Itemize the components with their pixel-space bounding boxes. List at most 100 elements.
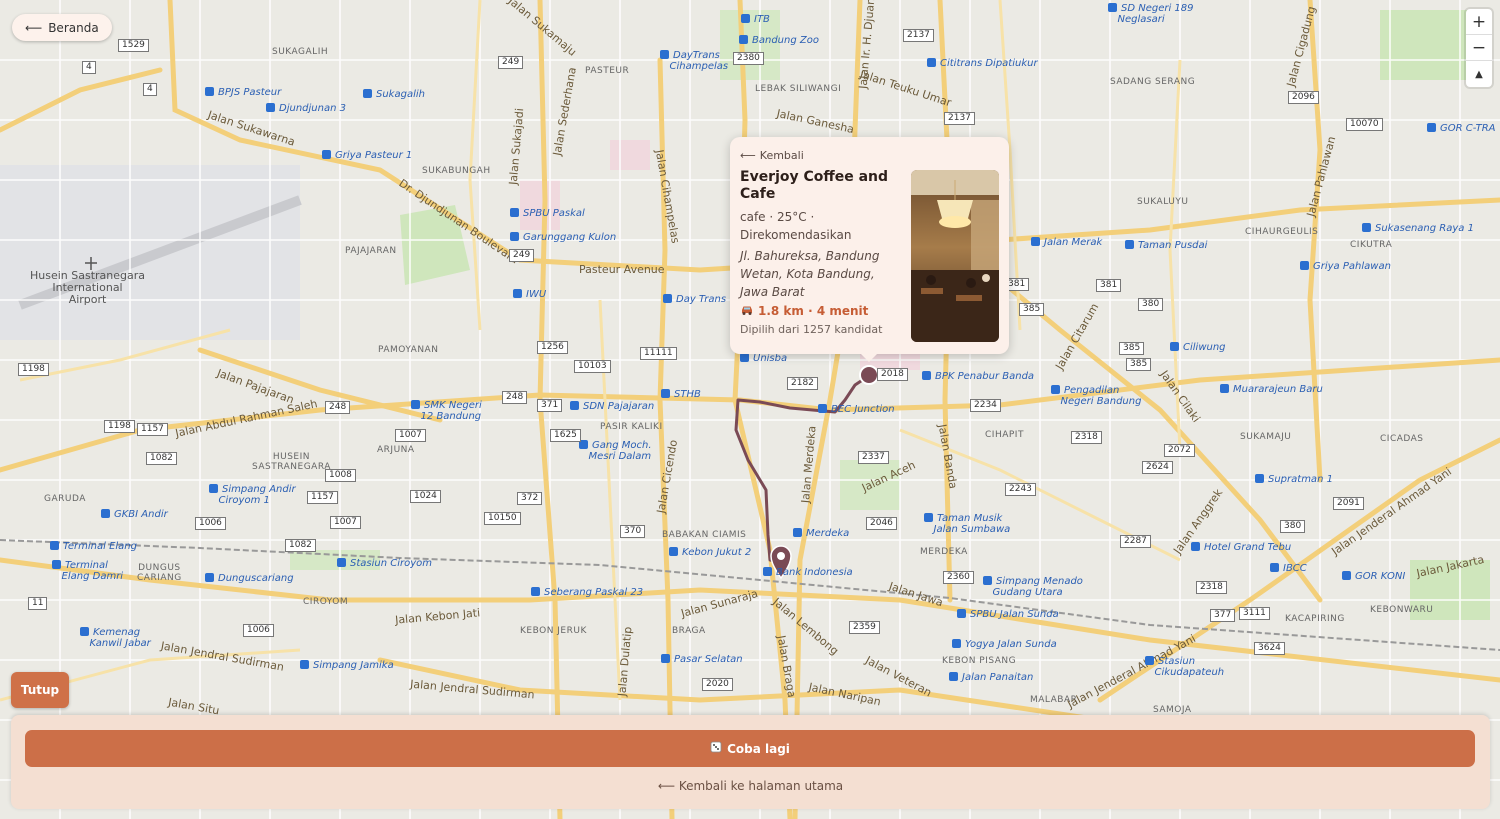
road-shield: 2337 xyxy=(858,451,889,464)
road-shield: 1198 xyxy=(18,363,49,376)
poi-marker[interactable]: Djundjunan 3 xyxy=(266,103,346,114)
poi-marker[interactable]: Dunguscariang xyxy=(205,573,294,584)
compass-reset-button[interactable]: ▲ xyxy=(1466,61,1492,87)
poi-marker[interactable]: SD Negeri 189 Neglasari xyxy=(1108,3,1194,25)
road-shield: 372 xyxy=(517,492,543,505)
poi-marker[interactable]: Kebon Jukut 2 xyxy=(669,547,751,558)
poi-marker[interactable]: Seberang Paskal 23 xyxy=(531,587,643,598)
poi-marker[interactable]: Stasiun Ciroyom xyxy=(337,558,432,569)
zoom-out-button[interactable]: − xyxy=(1466,35,1492,61)
poi-marker[interactable]: Muararajeun Baru xyxy=(1220,384,1323,395)
poi-marker[interactable]: DayTrans Cihampelas xyxy=(660,50,729,72)
arrow-left-icon: ⟵ xyxy=(25,20,43,35)
road-shield: 248 xyxy=(502,391,528,404)
poi-marker[interactable]: Day Trans xyxy=(663,294,726,305)
road-shield: 371 xyxy=(537,399,563,412)
poi-marker[interactable]: Kemenag Kanwil Jabar xyxy=(80,627,151,649)
home-button[interactable]: ⟵ Beranda xyxy=(12,14,112,41)
poi-marker[interactable]: GOR C-TRA xyxy=(1427,123,1496,134)
poi-marker[interactable]: Sukagalih xyxy=(363,89,425,100)
road-shield: 1529 xyxy=(118,39,149,52)
poi-marker[interactable]: BPJS Pasteur xyxy=(205,87,281,98)
poi-marker[interactable]: Hotel Grand Tebu xyxy=(1191,542,1291,553)
poi-marker[interactable]: ITB xyxy=(741,14,770,25)
road-shield: 2091 xyxy=(1333,497,1364,510)
road-shield: 385 xyxy=(1126,358,1152,371)
poi-marker[interactable]: STHB xyxy=(661,389,701,400)
poi-marker[interactable]: Ciliwung xyxy=(1170,342,1226,353)
poi-marker[interactable]: SMK Negeri 12 Bandung xyxy=(411,400,482,422)
road-shield: 11111 xyxy=(640,347,677,360)
arrow-left-icon: ⟵ xyxy=(740,149,756,162)
area-label: Husein Sastranegara xyxy=(252,452,331,472)
retry-button[interactable]: Coba lagi xyxy=(25,730,1475,767)
road-shield: 1007 xyxy=(330,516,361,529)
place-photo[interactable] xyxy=(911,170,999,342)
poi-marker[interactable]: GKBI Andir xyxy=(101,509,168,520)
poi-marker[interactable]: Simpang Menado Gudang Utara xyxy=(983,576,1083,598)
poi-marker[interactable]: Unisba xyxy=(740,353,787,364)
poi-marker[interactable]: SPBU Paskal xyxy=(510,208,585,219)
poi-marker[interactable]: Garunggang Kulon xyxy=(510,232,616,243)
area-label: Pamoyanan xyxy=(378,345,439,355)
poi-marker[interactable]: Griya Pasteur 1 xyxy=(322,150,412,161)
poi-marker[interactable]: Supratman 1 xyxy=(1255,474,1333,485)
back-to-home-link[interactable]: ⟵ Kembali ke halaman utama xyxy=(11,779,1490,793)
area-label: Cicadas xyxy=(1380,434,1424,444)
road-shield: 11 xyxy=(28,597,48,610)
road-shield: 10150 xyxy=(484,512,521,525)
poi-marker[interactable]: Jalan Merak xyxy=(1031,237,1102,248)
poi-marker[interactable]: Simpang Andir Ciroyom 1 xyxy=(209,484,296,506)
poi-marker[interactable]: SDN Pajajaran xyxy=(570,401,654,412)
poi-marker[interactable]: Simpang Jamika xyxy=(300,660,394,671)
area-label: Samoja xyxy=(1153,705,1192,715)
area-label: Pasir Kaliki xyxy=(600,422,663,432)
poi-marker[interactable]: Bandung Zoo xyxy=(739,35,819,46)
action-panel: Coba lagi ⟵ Kembali ke halaman utama xyxy=(11,715,1490,809)
road-shield: 385 xyxy=(1019,303,1045,316)
poi-marker: Pengadilan Negeri Bandung xyxy=(1051,385,1142,407)
road-shield: 381 xyxy=(1096,279,1122,292)
poi-marker[interactable]: Terminal Elang xyxy=(50,541,137,552)
road-shield: 380 xyxy=(1138,298,1164,311)
poi-marker[interactable]: Gang Moch. Mesri Dalam xyxy=(579,440,652,462)
poi-marker[interactable]: Stasiun Cikudapateuh xyxy=(1145,656,1225,678)
poi-marker[interactable]: SPBU Jalan Sunda xyxy=(957,609,1059,620)
poi-marker[interactable]: Terminal Elang Damri xyxy=(52,560,124,582)
poi-marker[interactable]: Pasar Selatan xyxy=(661,654,743,665)
area-label: Babakan Ciamis xyxy=(662,530,747,540)
road-shield: 2072 xyxy=(1164,444,1195,457)
road-shield: 1082 xyxy=(285,539,316,552)
area-label: Garuda xyxy=(44,494,86,504)
road-shield: 10103 xyxy=(574,360,611,373)
close-button[interactable]: Tutup xyxy=(11,672,69,708)
map-canvas[interactable]: Sukagalih Pasteur Lebak Siliwangi Sadang… xyxy=(0,0,1500,819)
popup-back-link[interactable]: ⟵ Kembali xyxy=(740,149,999,162)
poi-marker[interactable]: BEC Junction xyxy=(818,404,895,415)
poi-marker[interactable]: Griya Pahlawan xyxy=(1300,261,1391,272)
poi-marker[interactable]: Cititrans Dipatiukur xyxy=(927,58,1038,69)
road-shield: 10070 xyxy=(1346,118,1383,131)
poi-marker[interactable]: BPK Penabur Banda xyxy=(922,371,1034,382)
dice-icon xyxy=(710,741,722,756)
poi-marker[interactable]: Merdeka xyxy=(793,528,849,539)
area-label: Dungus Cariang xyxy=(137,563,182,583)
poi-marker[interactable]: Taman Musik Jalan Sumbawa xyxy=(924,513,1011,535)
poi-marker[interactable]: IBCC xyxy=(1270,563,1307,574)
poi-marker[interactable]: GOR KONI xyxy=(1342,571,1405,582)
road-shield: 370 xyxy=(620,525,646,538)
place-distance-text: 1.8 km · 4 menit xyxy=(758,304,869,318)
place-popup: ⟵ Kembali Everjoy Coffee and Cafe cafe ·… xyxy=(730,137,1009,362)
poi-marker[interactable]: Bank Indonesia xyxy=(763,567,853,578)
poi-marker[interactable]: Taman Pusdai xyxy=(1125,240,1207,251)
retry-label: Coba lagi xyxy=(727,741,790,756)
road-shield: 2137 xyxy=(903,29,934,42)
poi-marker[interactable]: Yogya Jalan Sunda xyxy=(952,639,1057,650)
area-label: Kebon Jeruk xyxy=(520,626,587,636)
road-shield: 1198 xyxy=(104,420,135,433)
area-label: Sukamaju xyxy=(1240,432,1292,442)
poi-marker[interactable]: IWU xyxy=(513,289,546,300)
poi-marker[interactable]: Sukasenang Raya 1 xyxy=(1362,223,1474,234)
zoom-in-button[interactable]: + xyxy=(1466,9,1492,35)
poi-marker[interactable]: Jalan Panaitan xyxy=(949,672,1033,683)
